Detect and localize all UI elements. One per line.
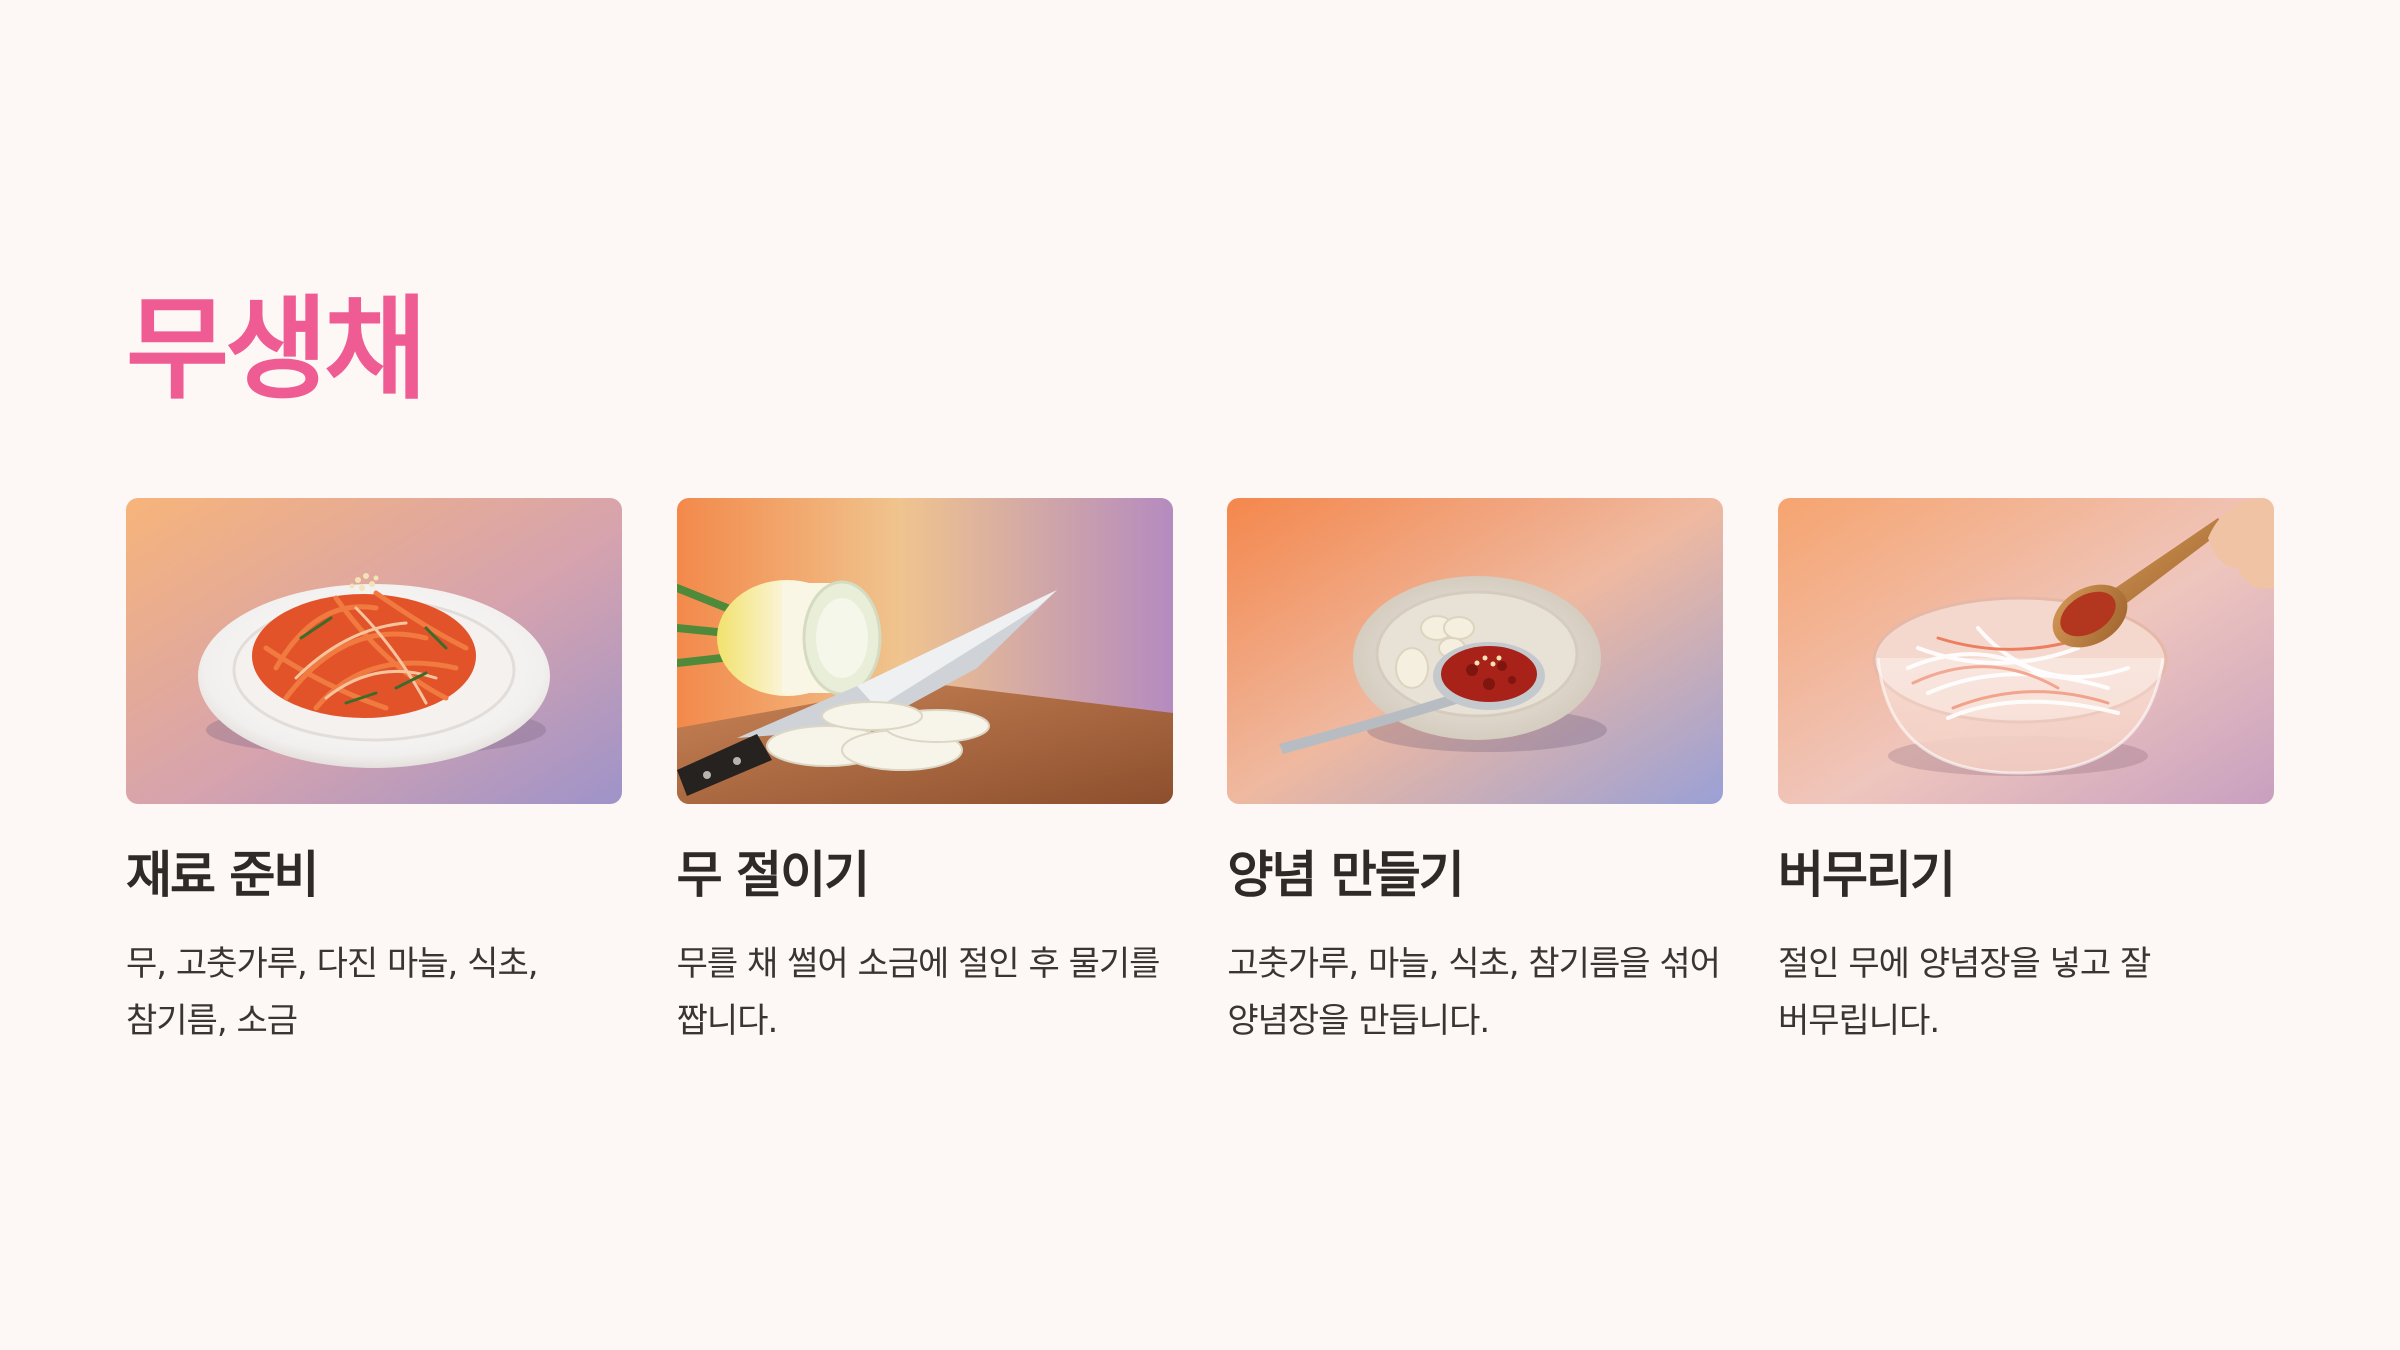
radish-salad-plate-photo xyxy=(126,498,622,804)
step-card-mixing: 버무리기 절인 무에 양념장을 넣고 잘 버무립니다. xyxy=(1777,498,2274,1050)
recipe-steps: 재료 준비 무, 고춧가루, 다진 마늘, 식초, 참기름, 소금 무 절이기 … xyxy=(126,498,2274,1050)
step-title: 재료 준비 xyxy=(126,846,319,904)
step-description: 고춧가루, 마늘, 식초, 참기름을 섞어 양념장을 만듭니다. xyxy=(1227,944,1721,1041)
step-title: 양념 만들기 xyxy=(1227,846,1464,904)
sliced-radish-knife-photo xyxy=(676,498,1173,804)
step-card-ingredients: 재료 준비 무, 고춧가루, 다진 마늘, 식초, 참기름, 소금 xyxy=(126,498,622,1050)
step-title: 버무리기 xyxy=(1777,846,1956,904)
step-card-seasoning: 양념 만들기 고춧가루, 마늘, 식초, 참기름을 섞어 양념장을 만듭니다. xyxy=(1227,498,1724,1050)
step-card-salting: 무 절이기 무를 채 썰어 소금에 절인 후 물기를 짭니다. xyxy=(676,498,1173,1050)
mixing-bowl-spoon-photo xyxy=(1777,498,2274,804)
step-description: 절인 무에 양념장을 넣고 잘 버무립니다. xyxy=(1777,944,2151,1041)
step-description: 무, 고춧가루, 다진 마늘, 식초, 참기름, 소금 xyxy=(126,944,539,1041)
step-title: 무 절이기 xyxy=(676,846,870,904)
page-title: 무생채 xyxy=(126,285,427,415)
seasoning-bowl-photo xyxy=(1227,498,1724,804)
step-description: 무를 채 썰어 소금에 절인 후 물기를 짭니다. xyxy=(676,944,1161,1041)
